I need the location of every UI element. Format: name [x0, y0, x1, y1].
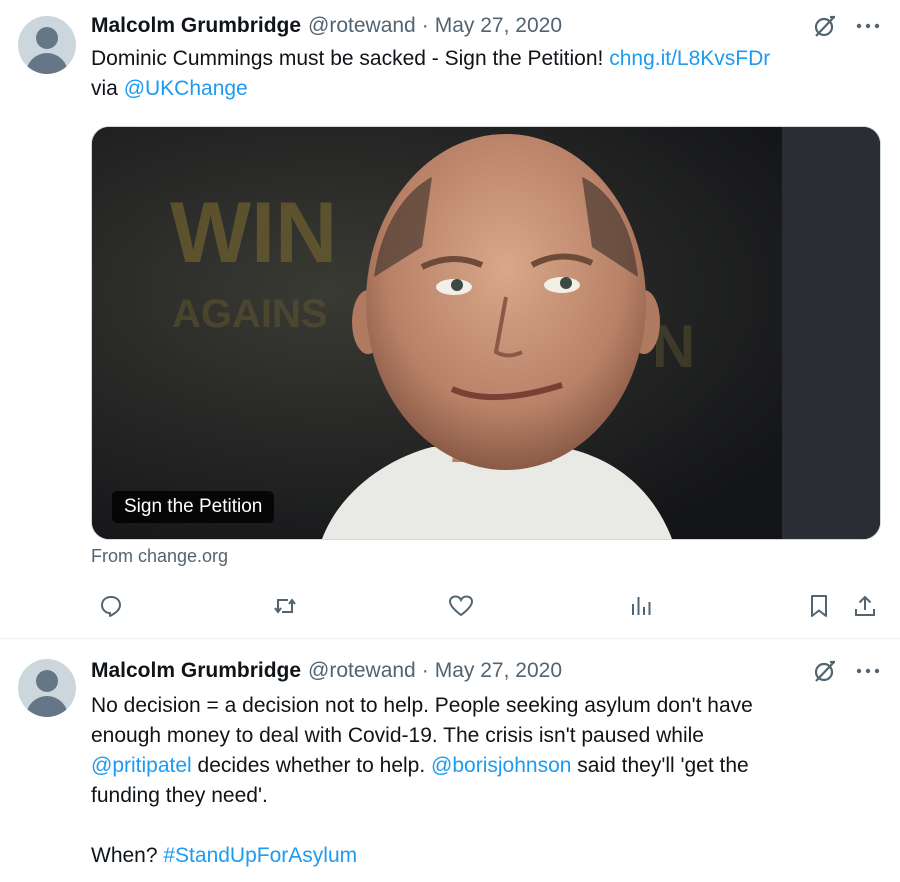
share-button[interactable] [851, 592, 879, 620]
retweet-icon [272, 594, 298, 618]
retweet-button[interactable] [271, 592, 299, 620]
separator: · [421, 14, 429, 37]
tweet-text: No decision = a decision not to help. Pe… [91, 691, 881, 871]
author-handle[interactable]: @rotewand [308, 14, 416, 38]
tweet[interactable]: Malcolm Grumbridge @rotewand · May 27, 2… [0, 0, 900, 639]
like-icon [448, 594, 474, 618]
grok-icon[interactable] [812, 13, 838, 39]
tweet-text: Dominic Cummings must be sacked - Sign t… [91, 44, 881, 104]
tweet-text-part: Dominic Cummings must be sacked - Sign t… [91, 47, 610, 70]
card-bg-text: WIN [170, 185, 337, 281]
tweet-text-line: funding they need'. [91, 784, 268, 807]
tweet-text-line: enough money to deal with Covid-19. The … [91, 724, 704, 747]
reply-button[interactable] [97, 592, 125, 620]
card-label-text: Sign the Petition [124, 496, 263, 517]
author-name[interactable]: Malcolm Grumbridge [91, 659, 301, 683]
share-icon [853, 594, 877, 618]
tweet-date[interactable]: May 27, 2020 [435, 659, 562, 683]
link-card[interactable]: WIN AGAINS N Sign the Petition [91, 126, 881, 540]
grok-icon[interactable] [812, 658, 838, 684]
reply-icon [99, 594, 123, 618]
action-bar [91, 592, 880, 620]
card-source[interactable]: From change.org [91, 546, 228, 567]
avatar[interactable] [18, 16, 76, 74]
tweet-text-line: No decision = a decision not to help. Pe… [91, 694, 753, 717]
tweet-header: Malcolm Grumbridge @rotewand · May 27, 2… [91, 12, 880, 40]
tweet-link[interactable]: chng.it/L8KvsFDr [609, 47, 770, 70]
author-handle[interactable]: @rotewand [308, 659, 416, 683]
tweet-text-part: When? [91, 844, 164, 867]
mention-link[interactable]: @borisjohnson [431, 754, 571, 777]
tweet-text-part: said they'll 'get the [571, 754, 749, 777]
tweet[interactable]: Malcolm Grumbridge @rotewand · May 27, 2… [0, 639, 900, 882]
mention-link[interactable]: @UKChange [124, 77, 248, 100]
tweet-text-part: via [91, 77, 124, 100]
author-name[interactable]: Malcolm Grumbridge [91, 14, 301, 38]
card-label: Sign the Petition [112, 491, 275, 523]
card-bg-text: AGAINS [172, 292, 328, 336]
separator: · [421, 659, 429, 682]
views-icon [629, 594, 653, 618]
hashtag-link[interactable]: #StandUpForAsylum [163, 844, 357, 867]
more-icon[interactable] [856, 22, 880, 30]
tweet-date[interactable]: May 27, 2020 [435, 14, 562, 38]
like-button[interactable] [447, 592, 475, 620]
tweet-text-part: decides whether to help. [191, 754, 432, 777]
bookmark-button[interactable] [805, 592, 833, 620]
card-image: WIN AGAINS N [92, 127, 880, 539]
more-icon[interactable] [856, 667, 880, 675]
tweet-header: Malcolm Grumbridge @rotewand · May 27, 2… [91, 657, 880, 685]
mention-link[interactable]: @pritipatel [91, 754, 192, 777]
bookmark-icon [808, 594, 830, 618]
views-button[interactable] [627, 592, 655, 620]
avatar[interactable] [18, 659, 76, 717]
